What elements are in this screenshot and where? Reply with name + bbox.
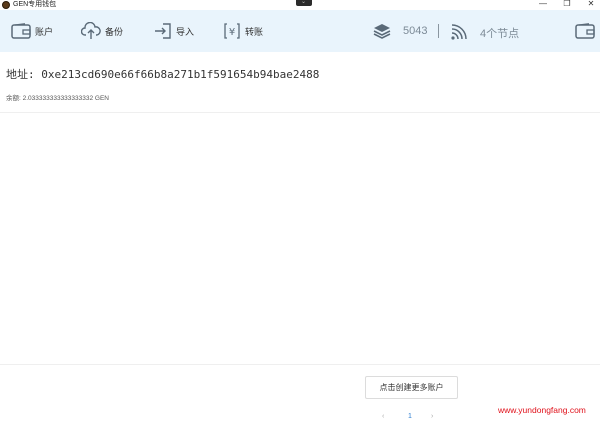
wallet-balance: 余额: 2.033333333333333332 GEN bbox=[6, 95, 109, 102]
section-divider bbox=[0, 112, 600, 113]
close-button[interactable]: ✕ bbox=[580, 0, 600, 10]
import-icon bbox=[155, 23, 171, 39]
title-bar: GEN专用钱包 ⌄ — ❐ ✕ bbox=[0, 0, 600, 10]
wallet-address: 地址: 0xe213cd690e66f66b8a271b1f591654b94b… bbox=[6, 68, 320, 81]
window-title: GEN专用钱包 bbox=[13, 1, 57, 8]
wallet-switch-button[interactable] bbox=[575, 20, 595, 42]
wifi-signal-icon bbox=[451, 24, 467, 40]
backup-label: 备份 bbox=[105, 26, 124, 37]
watermark: www.yundongfang.com bbox=[498, 405, 586, 415]
import-button[interactable]: 导入 bbox=[154, 20, 194, 42]
footer-divider bbox=[0, 364, 600, 365]
collapse-handle[interactable]: ⌄ bbox=[296, 0, 312, 6]
wallet-window: GEN专用钱包 ⌄ — ❐ ✕ 账户 备份 导入 ¥ 转账 5043 4个节点 … bbox=[0, 0, 600, 421]
maximize-button[interactable]: ❐ bbox=[556, 0, 578, 10]
import-label: 导入 bbox=[176, 26, 195, 37]
next-page-button[interactable]: › bbox=[431, 413, 433, 420]
minimize-button[interactable]: — bbox=[532, 0, 554, 10]
chevron-down-icon: ⌄ bbox=[301, 0, 307, 5]
node-count: 4个节点 bbox=[480, 28, 520, 40]
transfer-yuan-icon: ¥ bbox=[224, 23, 240, 39]
toolbar-divider bbox=[438, 24, 439, 38]
app-logo-icon bbox=[2, 1, 10, 9]
pagination: ‹ 1 › bbox=[382, 413, 442, 421]
account-button[interactable]: 账户 bbox=[11, 20, 53, 42]
account-label: 账户 bbox=[35, 26, 54, 37]
transfer-button[interactable]: ¥ 转账 bbox=[223, 20, 263, 42]
prev-page-button[interactable]: ‹ bbox=[382, 413, 384, 420]
block-height: 5043 bbox=[403, 25, 428, 37]
wallet-icon bbox=[11, 23, 31, 39]
wallet-icon bbox=[575, 23, 595, 39]
backup-button[interactable]: 备份 bbox=[81, 20, 123, 42]
svg-text:¥: ¥ bbox=[229, 27, 235, 38]
cloud-upload-icon bbox=[81, 22, 101, 39]
create-more-accounts-button[interactable]: 点击创建更多账户 bbox=[365, 376, 458, 399]
toolbar: 账户 备份 导入 ¥ 转账 5043 4个节点 bbox=[0, 10, 600, 52]
page-number-current[interactable]: 1 bbox=[408, 413, 412, 420]
transfer-label: 转账 bbox=[245, 26, 264, 37]
layers-icon bbox=[373, 24, 391, 39]
